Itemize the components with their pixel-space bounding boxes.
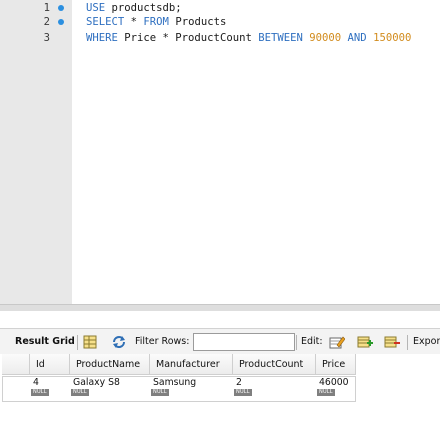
- statement-marker-icon: [58, 19, 64, 25]
- refresh-icon[interactable]: [111, 335, 127, 349]
- code-token: productsdb;: [105, 2, 182, 14]
- cell-id[interactable]: 4: [33, 377, 39, 389]
- cell-manufacturer[interactable]: Samsung: [153, 377, 196, 389]
- toolbar-separator: [407, 335, 408, 350]
- code-text: WHERE Price * ProductCount BETWEEN 90000…: [86, 30, 411, 46]
- code-token: FROM: [143, 16, 169, 28]
- null-badge: NULL: [31, 389, 49, 396]
- code-token: USE: [86, 2, 106, 14]
- code-line-2[interactable]: 2 SELECT * FROM Products: [0, 14, 440, 30]
- add-row-icon[interactable]: [357, 335, 373, 349]
- null-badge: NULL: [151, 389, 169, 396]
- delete-row-icon[interactable]: [384, 335, 400, 349]
- result-toolbar: Result Grid Filter Rows: Edit: Expor: [0, 328, 440, 356]
- cell-price[interactable]: 46000: [319, 377, 349, 389]
- column-header-manufacturer[interactable]: Manufacturer: [150, 354, 233, 375]
- toolbar-separator: [296, 335, 297, 350]
- null-badge: NULL: [317, 389, 335, 396]
- row-header-corner: [2, 354, 30, 375]
- result-grid-tab[interactable]: Result Grid: [15, 329, 75, 355]
- code-token: 90000: [309, 32, 342, 44]
- statement-marker-icon: [58, 5, 64, 11]
- column-header-id[interactable]: Id: [30, 354, 70, 375]
- panel-splitter[interactable]: [0, 304, 440, 311]
- sql-editor[interactable]: 1 USE productsdb; 2 SELECT * FROM Produc…: [0, 0, 440, 304]
- export-label[interactable]: Expor: [413, 329, 440, 355]
- code-text: SELECT * FROM Products: [86, 14, 226, 30]
- code-token: 150000: [373, 32, 412, 44]
- column-header-productcount[interactable]: ProductCount: [233, 354, 316, 375]
- grid-layout-icon[interactable]: [82, 335, 98, 349]
- edit-label: Edit:: [301, 336, 323, 347]
- filter-rows-label: Filter Rows:: [135, 336, 190, 347]
- filter-rows-input[interactable]: [193, 333, 295, 351]
- column-header-price[interactable]: Price: [316, 354, 356, 375]
- line-number: 2: [43, 16, 50, 28]
- result-grid: Id ProductName Manufacturer ProductCount…: [0, 354, 440, 428]
- cell-productname[interactable]: Galaxy S8: [73, 377, 120, 389]
- code-token: WHERE: [86, 32, 118, 44]
- code-token: AND: [347, 32, 367, 44]
- null-badge: NULL: [71, 389, 89, 396]
- code-token: Price * ProductCount: [117, 32, 259, 44]
- code-token: Products: [168, 16, 227, 28]
- code-token: *: [124, 16, 144, 28]
- edit-row-icon[interactable]: [329, 335, 345, 349]
- code-line-3[interactable]: 3 WHERE Price * ProductCount BETWEEN 900…: [0, 30, 440, 46]
- line-number: 3: [43, 32, 50, 44]
- code-token: SELECT: [86, 16, 125, 28]
- cell-productcount[interactable]: 2: [236, 377, 242, 389]
- null-badge: NULL: [234, 389, 252, 396]
- toolbar-separator: [77, 335, 78, 350]
- column-header-productname[interactable]: ProductName: [70, 354, 150, 375]
- code-token: BETWEEN: [258, 32, 303, 44]
